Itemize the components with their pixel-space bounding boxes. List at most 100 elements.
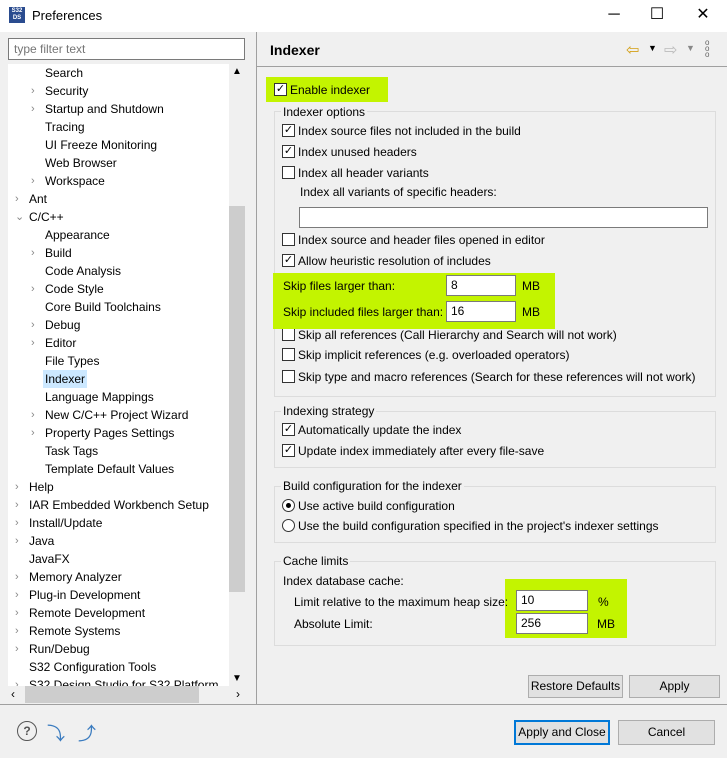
tree-item[interactable]: › Run/Debug bbox=[15, 640, 90, 658]
expand-chevron-icon[interactable]: › bbox=[15, 514, 19, 532]
tree-item[interactable]: › Startup and Shutdown bbox=[31, 100, 164, 118]
tree-item[interactable]: Task Tags bbox=[45, 442, 98, 460]
tree-item[interactable]: Tracing bbox=[45, 118, 85, 136]
expand-chevron-icon[interactable]: › bbox=[31, 280, 35, 298]
tree-item[interactable]: › Code Style bbox=[31, 280, 104, 298]
tree-item-label: S32 Design Studio for S32 Platform bbox=[29, 678, 219, 686]
scroll-down-icon[interactable]: ▼ bbox=[229, 673, 245, 684]
expand-chevron-icon[interactable]: › bbox=[15, 478, 19, 496]
radio-circle[interactable] bbox=[282, 519, 295, 532]
tree-item[interactable]: › Workspace bbox=[31, 172, 105, 190]
radio-circle[interactable] bbox=[282, 499, 295, 512]
specific-headers-input[interactable] bbox=[299, 207, 708, 228]
expand-chevron-icon[interactable]: › bbox=[15, 604, 19, 622]
expand-chevron-icon[interactable]: › bbox=[15, 190, 19, 208]
tree-hscroll-thumb[interactable] bbox=[25, 686, 199, 703]
scroll-up-icon[interactable]: ▲ bbox=[229, 66, 245, 77]
expand-chevron-icon[interactable]: › bbox=[31, 82, 35, 100]
skip-files-input[interactable]: 8 bbox=[446, 275, 516, 296]
apply-button[interactable]: Apply bbox=[629, 675, 720, 698]
tree-item[interactable]: › Security bbox=[31, 82, 88, 100]
tree-item[interactable]: File Types bbox=[45, 352, 99, 370]
tree-item[interactable]: ⌄ C/C++ bbox=[15, 208, 64, 226]
expand-chevron-icon[interactable]: › bbox=[31, 406, 35, 424]
expand-chevron-icon[interactable]: › bbox=[15, 622, 19, 640]
tree-item[interactable]: Template Default Values bbox=[45, 460, 174, 478]
minimize-button[interactable]: ─ bbox=[594, 4, 634, 28]
tree-item[interactable]: Web Browser bbox=[45, 154, 117, 172]
tree-item[interactable]: › Ant bbox=[15, 190, 47, 208]
tree-item-label: File Types bbox=[45, 354, 100, 368]
back-menu-chevron-icon[interactable]: ▼ bbox=[648, 43, 657, 53]
collapse-chevron-icon[interactable]: ⌄ bbox=[15, 208, 24, 226]
scroll-right-icon[interactable]: › bbox=[236, 687, 240, 701]
tree-item[interactable]: Core Build Toolchains bbox=[45, 298, 161, 316]
tree-item[interactable]: › Remote Systems bbox=[15, 622, 120, 640]
expand-chevron-icon[interactable]: › bbox=[31, 100, 35, 118]
forward-arrow-icon[interactable]: ⇨ bbox=[664, 40, 677, 60]
restore-defaults-button[interactable]: Restore Defaults bbox=[528, 675, 623, 698]
more-options-icon[interactable]: ooo bbox=[705, 39, 709, 59]
expand-chevron-icon[interactable]: › bbox=[31, 172, 35, 190]
tree-item[interactable]: › Plug-in Development bbox=[15, 586, 140, 604]
tree-item[interactable]: JavaFX bbox=[29, 550, 70, 568]
tree-item[interactable]: › Memory Analyzer bbox=[15, 568, 122, 586]
expand-chevron-icon[interactable]: › bbox=[31, 244, 35, 262]
expand-chevron-icon[interactable]: › bbox=[31, 424, 35, 442]
expand-chevron-icon[interactable]: › bbox=[31, 334, 35, 352]
tree-item[interactable]: Appearance bbox=[45, 226, 110, 244]
tree-item[interactable]: › Java bbox=[15, 532, 54, 550]
tree-item[interactable]: › New C/C++ Project Wizard bbox=[31, 406, 188, 424]
tree-item[interactable]: › Remote Development bbox=[15, 604, 145, 622]
checkbox-box[interactable]: ✓ bbox=[282, 124, 295, 137]
tree-item[interactable]: › Build bbox=[31, 244, 72, 262]
checkbox-box[interactable] bbox=[282, 166, 295, 179]
checkbox-box[interactable]: ✓ bbox=[282, 254, 295, 267]
tree-item[interactable]: UI Freeze Monitoring bbox=[45, 136, 157, 154]
checkbox-box[interactable]: ✓ bbox=[282, 145, 295, 158]
expand-chevron-icon[interactable]: › bbox=[15, 532, 19, 550]
scroll-left-icon[interactable]: ‹ bbox=[11, 687, 15, 701]
expand-chevron-icon[interactable]: › bbox=[15, 496, 19, 514]
tree-item-label: Indexer bbox=[45, 372, 86, 386]
forward-menu-chevron-icon[interactable]: ▼ bbox=[686, 43, 695, 53]
expand-chevron-icon[interactable]: › bbox=[15, 586, 19, 604]
tree-item[interactable]: › Install/Update bbox=[15, 514, 102, 532]
pane-divider[interactable] bbox=[256, 32, 257, 704]
expand-chevron-icon[interactable]: › bbox=[15, 640, 19, 658]
checkbox-box[interactable] bbox=[282, 348, 295, 361]
checkbox-box[interactable]: ✓ bbox=[274, 83, 287, 96]
tree-item-label: Build bbox=[45, 246, 72, 260]
tree-item[interactable]: › IAR Embedded Workbench Setup bbox=[15, 496, 209, 514]
preferences-tree[interactable]: Search › Security › Startup and Shutdown Trac… bbox=[8, 64, 229, 686]
checkbox-box[interactable] bbox=[282, 370, 295, 383]
tree-item[interactable]: › S32 Design Studio for S32 Platform bbox=[15, 676, 219, 686]
tree-item[interactable]: Code Analysis bbox=[45, 262, 121, 280]
checkbox-box[interactable] bbox=[282, 233, 295, 246]
tree-item[interactable]: › Editor bbox=[31, 334, 76, 352]
tree-item[interactable]: Indexer bbox=[43, 370, 88, 388]
tree-item[interactable]: › Help bbox=[15, 478, 54, 496]
tree-item[interactable]: Language Mappings bbox=[45, 388, 154, 406]
absolute-limit-input[interactable]: 256 bbox=[516, 613, 588, 634]
export-icon[interactable]: ⤴ bbox=[78, 720, 96, 746]
tree-scroll-thumb[interactable] bbox=[229, 206, 245, 592]
tree-item[interactable]: S32 Configuration Tools bbox=[29, 658, 156, 676]
relative-limit-input[interactable]: 10 bbox=[516, 590, 588, 611]
tree-item[interactable]: Search bbox=[45, 64, 83, 82]
skip-included-input[interactable]: 16 bbox=[446, 301, 516, 322]
expand-chevron-icon[interactable]: › bbox=[31, 316, 35, 334]
expand-chevron-icon[interactable]: › bbox=[15, 568, 19, 586]
cancel-button[interactable]: Cancel bbox=[618, 720, 715, 745]
help-icon[interactable]: ? bbox=[17, 721, 37, 741]
tree-item[interactable]: › Property Pages Settings bbox=[31, 424, 174, 442]
expand-chevron-icon[interactable]: › bbox=[15, 676, 19, 686]
maximize-button[interactable]: ☐ bbox=[637, 4, 677, 28]
close-button[interactable]: ✕ bbox=[683, 4, 723, 28]
tree-item[interactable]: › Debug bbox=[31, 316, 80, 334]
import-icon[interactable]: ⤵ bbox=[47, 720, 65, 746]
filter-input[interactable] bbox=[8, 38, 245, 60]
checkbox-box[interactable] bbox=[282, 328, 295, 341]
apply-and-close-button[interactable]: Apply and Close bbox=[514, 720, 610, 745]
back-arrow-icon[interactable]: ⇦ bbox=[626, 40, 639, 60]
